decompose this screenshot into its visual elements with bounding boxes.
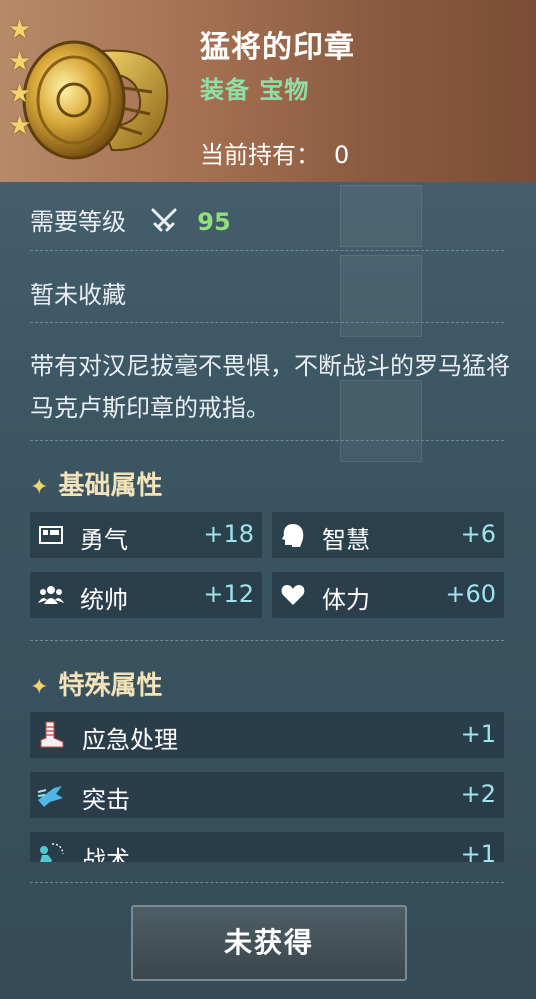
holding-count: 当前持有： 0: [200, 135, 349, 170]
star-icon: ★: [8, 111, 32, 141]
stat-wisdom: 智慧 +6: [272, 512, 504, 558]
item-detail-panel: ★ ★ ★ ★ 猛将的印章 装备 宝物 当前持有： 0 需要等级 95 暂未收藏 …: [0, 0, 536, 999]
stat-value: +60: [445, 580, 496, 608]
special-stat-value: +2: [460, 780, 496, 808]
background-slot: [340, 185, 422, 247]
stat-leadership: 统帅 +12: [30, 572, 262, 618]
divider: [30, 882, 504, 883]
level-value: 95: [197, 208, 231, 236]
star-icon: ★: [8, 47, 32, 77]
stat-value: +12: [203, 580, 254, 608]
heart-icon: [281, 585, 305, 605]
divider: [30, 640, 504, 641]
base-stats-title: ✦ 基础属性: [30, 465, 162, 502]
collect-status: 暂未收藏: [30, 281, 126, 309]
leadership-group-icon: [38, 586, 64, 604]
crossed-swords-icon: [151, 208, 177, 232]
charge-icon: [37, 786, 63, 807]
stat-value: +6: [460, 520, 496, 548]
background-slot: [340, 255, 422, 337]
star-icon: ★: [8, 15, 32, 45]
level-label: 需要等级: [30, 208, 126, 236]
stat-label: 体力: [322, 586, 370, 614]
bandaged-foot-icon: [40, 721, 64, 748]
special-stat-label: 突击: [82, 786, 130, 814]
holding-value: 0: [334, 141, 350, 169]
ring-icon: [22, 40, 169, 160]
stat-stamina: 体力 +60: [272, 572, 504, 618]
level-requirement: 需要等级 95: [30, 202, 231, 237]
special-stat-label: 战术: [82, 846, 130, 862]
tactics-icon: [40, 843, 64, 862]
wisdom-head-icon: [282, 524, 304, 547]
holding-label: 当前持有：: [200, 141, 320, 169]
divider: [30, 322, 504, 323]
sparkle-icon: ✦: [30, 475, 49, 500]
base-stats-title-text: 基础属性: [58, 471, 163, 501]
special-stat-value: +1: [460, 840, 496, 862]
item-name: 猛将的印章: [200, 30, 355, 65]
special-stat-value: +1: [460, 720, 496, 748]
stat-courage: 勇气 +18: [30, 512, 262, 558]
special-stats-title: ✦ 特殊属性: [30, 665, 162, 702]
item-description: 带有对汉尼拔毫不畏惧，不断战斗的罗马猛将马克卢斯印章的戒指。: [30, 352, 510, 422]
special-stat-first-aid: 应急处理 +1: [30, 712, 504, 758]
item-tags: 装备 宝物: [200, 76, 310, 104]
divider: [30, 440, 504, 441]
item-header: ★ ★ ★ ★ 猛将的印章 装备 宝物 当前持有： 0: [0, 0, 536, 182]
sparkle-icon: ✦: [30, 675, 49, 700]
courage-icon: [39, 526, 63, 544]
special-stats-title-text: 特殊属性: [58, 671, 163, 701]
special-stat-label: 应急处理: [82, 726, 178, 754]
divider: [30, 250, 504, 251]
stat-value: +18: [203, 520, 254, 548]
special-stat-tactics: 战术 +1: [30, 832, 504, 862]
stat-label: 智慧: [322, 526, 370, 554]
special-stat-charge: 突击 +2: [30, 772, 504, 818]
stat-label: 勇气: [80, 526, 128, 554]
rarity-stars: ★ ★ ★ ★: [8, 14, 36, 142]
stat-label: 统帅: [80, 586, 128, 614]
star-icon: ★: [8, 79, 32, 109]
not-obtained-button[interactable]: 未获得: [131, 905, 407, 981]
special-stats-list[interactable]: 应急处理 +1 突击 +2 战术 +1: [0, 700, 536, 862]
